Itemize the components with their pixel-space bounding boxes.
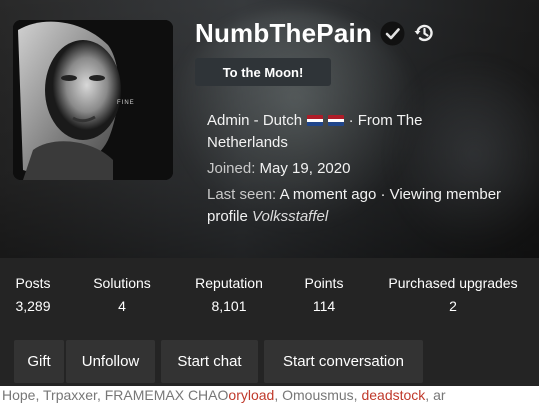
stat-label: Reputation bbox=[195, 275, 263, 291]
background-text: oryload bbox=[228, 387, 275, 403]
stat-purchased-upgrades[interactable]: Purchased upgrades 2 bbox=[382, 274, 524, 316]
background-text: , Omousmus, bbox=[274, 387, 362, 403]
joined-line: Joined: May 19, 2020 bbox=[207, 158, 507, 180]
stat-solutions[interactable]: Solutions 4 bbox=[88, 274, 156, 316]
member-role-line: Admin - Dutch · From The Netherlands bbox=[207, 110, 507, 154]
joined-date: May 19, 2020 bbox=[259, 160, 351, 177]
history-icon[interactable] bbox=[413, 22, 435, 44]
avatar-caption: FINE bbox=[117, 100, 135, 106]
stat-reputation[interactable]: Reputation 8,101 bbox=[190, 274, 268, 316]
stat-posts[interactable]: Posts 3,289 bbox=[12, 274, 54, 316]
last-seen-label: Last seen: bbox=[207, 186, 277, 203]
background-member-list: Hope, Trpaxxer, FRAMEMAX CHAOoryload, Om… bbox=[0, 386, 539, 404]
avatar-image: FINE bbox=[13, 20, 173, 180]
stat-value: 4 bbox=[118, 298, 126, 314]
stat-points[interactable]: Points 114 bbox=[300, 274, 348, 316]
username-row: NumbThePain bbox=[195, 15, 435, 51]
gift-button[interactable]: Gift bbox=[14, 340, 64, 383]
stat-value: 8,101 bbox=[211, 298, 247, 314]
start-chat-button[interactable]: Start chat bbox=[161, 340, 258, 383]
stat-label: Posts bbox=[15, 275, 51, 291]
stat-value: 3,289 bbox=[15, 298, 51, 314]
background-text: , ar bbox=[425, 387, 446, 403]
stat-label: Points bbox=[304, 275, 344, 291]
username[interactable]: NumbThePain bbox=[195, 18, 372, 49]
start-conversation-button[interactable]: Start conversation bbox=[264, 340, 423, 383]
member-actions: Gift Unfollow Start chat Start conversat… bbox=[0, 328, 539, 386]
unfollow-button[interactable]: Unfollow bbox=[66, 340, 155, 383]
stat-value: 2 bbox=[449, 298, 457, 314]
verified-check-icon bbox=[380, 21, 405, 45]
member-profile-card: FINE NumbThePain To the Moon! Admin - Du… bbox=[0, 0, 539, 404]
netherlands-flag-icon bbox=[328, 115, 345, 126]
member-stats: Posts 3,289 Solutions 4 Reputation 8,101… bbox=[0, 258, 539, 328]
netherlands-flag-icon bbox=[307, 115, 324, 126]
member-role: Admin - Dutch bbox=[207, 112, 303, 129]
avatar[interactable]: FINE bbox=[13, 20, 173, 180]
user-title-badge: To the Moon! bbox=[195, 58, 331, 86]
member-info: Admin - Dutch · From The Netherlands Joi… bbox=[207, 110, 507, 228]
stat-label: Solutions bbox=[93, 275, 151, 291]
last-seen-line: Last seen: A moment ago · Viewing member… bbox=[207, 184, 507, 228]
stat-value: 114 bbox=[312, 298, 336, 314]
background-text: deadstock bbox=[361, 387, 426, 403]
joined-label: Joined: bbox=[207, 160, 256, 177]
stat-label: Purchased upgrades bbox=[388, 275, 518, 291]
viewing-member-link[interactable]: Volksstaffel bbox=[252, 208, 328, 225]
background-text: Hope, Trpaxxer, FRAMEMAX CHAO bbox=[2, 387, 229, 403]
